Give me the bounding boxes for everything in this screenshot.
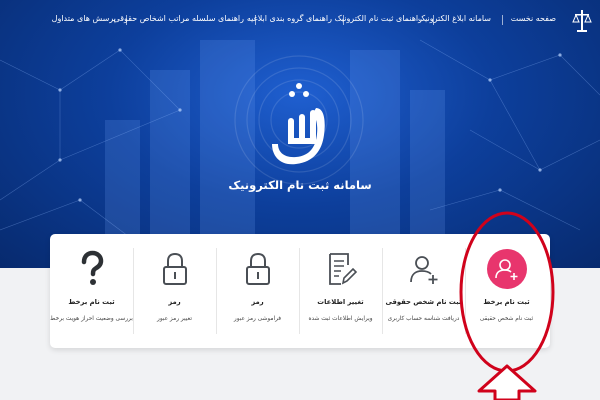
- card-description: دریافت شناسه حساب کاربری: [387, 316, 460, 322]
- card-description: ثبت نام شخص حقیقی: [479, 316, 534, 322]
- nav-legal-entity-hierarchy-guide[interactable]: راهنمای سلسله مراتب اشخاص حقوقی: [114, 14, 244, 23]
- card-divider: [299, 248, 300, 334]
- user-add-icon: [487, 249, 527, 289]
- services-card-panel: ثبت نام برخط ثبت نام شخص حقیقی ثبت نام ش…: [50, 234, 550, 348]
- card-legal-entity-registration[interactable]: ثبت نام شخص حقوقی دریافت شناسه حساب کارب…: [382, 234, 465, 348]
- user-add-icon: [410, 256, 438, 284]
- sana-logo-icon: [272, 83, 325, 165]
- nav-divider: [433, 15, 434, 25]
- card-title: ثبت نام شخص حقوقی: [385, 298, 462, 306]
- card-forgot-password[interactable]: رمز فراموشی رمز عبور: [216, 234, 299, 348]
- lock-icon: [163, 252, 187, 285]
- nav-notice-grouping-guide[interactable]: راهنمای گروه بندی ابلاغیه: [247, 14, 332, 23]
- nav-divider: [255, 15, 256, 25]
- judiciary-logo-icon[interactable]: [572, 8, 592, 34]
- nav-divider: [126, 15, 127, 25]
- card-divider: [216, 248, 217, 334]
- question-mark-icon: [81, 250, 104, 285]
- nav-divider: [343, 15, 344, 25]
- card-change-password[interactable]: رمز تغییر رمز عبور: [133, 234, 216, 348]
- card-title: ثبت نام برخط: [68, 298, 115, 306]
- card-title: رمز: [168, 298, 181, 306]
- card-divider: [465, 248, 466, 334]
- card-divider: [382, 248, 383, 334]
- card-title: رمز: [251, 298, 264, 306]
- card-divider: [133, 248, 134, 334]
- page-title: سامانه ثبت نام الکترونیک: [228, 178, 372, 192]
- nav-e-notice-system[interactable]: سامانه ابلاغ الکترونیک: [418, 14, 491, 23]
- card-description: فراموشی رمز عبور: [233, 316, 282, 322]
- card-edit-information[interactable]: تغییر اطلاعات ویرایش اطلاعات ثبت شده: [299, 234, 382, 348]
- card-description: تغییر رمز عبور: [157, 316, 192, 322]
- hero-banner: صفحه نخست سامانه ابلاغ الکترونیک راهنمای…: [0, 0, 600, 268]
- document-edit-icon: [329, 253, 358, 285]
- top-navigation: صفحه نخست سامانه ابلاغ الکترونیک راهنمای…: [0, 0, 600, 42]
- card-title: تغییر اطلاعات: [317, 298, 364, 306]
- arrow-up-icon: [477, 364, 537, 400]
- card-online-registration-individual[interactable]: ثبت نام برخط ثبت نام شخص حقیقی: [465, 234, 548, 348]
- nav-home[interactable]: صفحه نخست: [511, 14, 556, 23]
- nav-faq[interactable]: پرسش های متداول: [52, 14, 116, 23]
- card-description: ویرایش اطلاعات ثبت شده: [308, 316, 373, 322]
- card-identity-verification-status[interactable]: ثبت نام برخط بررسی وضعیت احراز هویت برخط: [50, 234, 133, 348]
- nav-divider: [502, 15, 503, 25]
- nav-registration-guide[interactable]: راهنمای ثبت نام الکترونیک: [335, 14, 422, 23]
- card-title: ثبت نام برخط: [483, 298, 530, 306]
- card-description: بررسی وضعیت احراز هویت برخط: [50, 316, 133, 322]
- lock-icon: [246, 252, 270, 285]
